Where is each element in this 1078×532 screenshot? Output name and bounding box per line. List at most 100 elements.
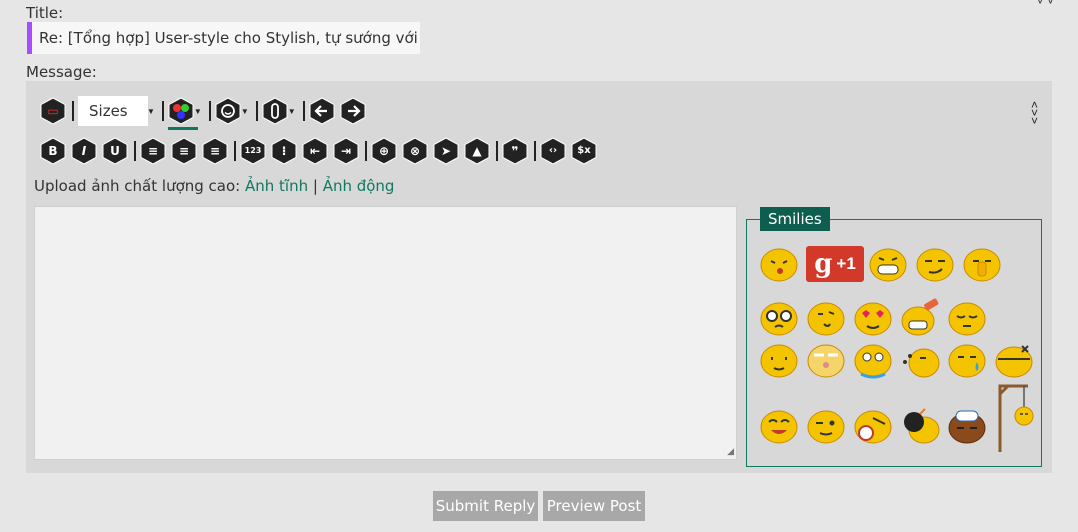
editor-container: ▭ Sizes ▼ ▼ ▼ ▼ ˄ ˅ ˅ B I U ≡ ≡ ≡ 123 ⁝ … <box>26 81 1052 473</box>
gplus-text: +1 <box>836 254 856 273</box>
quote-icon[interactable]: ❞ <box>502 137 528 165</box>
undo-icon[interactable] <box>309 97 335 125</box>
smiley-facepalm-icon[interactable] <box>853 406 893 446</box>
clear-format-icon[interactable]: $x <box>571 137 597 165</box>
smiley-glasses-icon[interactable] <box>759 298 799 338</box>
underline-glyph: U <box>110 144 120 158</box>
smiley-wave-icon[interactable] <box>759 340 799 380</box>
toolbar-separator <box>161 101 164 121</box>
smiley-kiss-icon[interactable] <box>759 244 799 284</box>
toolbar-separator <box>302 101 305 121</box>
align-left-icon[interactable]: ≡ <box>140 137 166 165</box>
ordered-list-icon[interactable]: 123 <box>240 137 266 165</box>
align-center-glyph: ≡ <box>178 144 190 158</box>
send-icon[interactable]: ➤ <box>433 137 459 165</box>
toolbar-separator <box>234 141 236 161</box>
top-right-mark: ˅ ˅ <box>1036 0 1054 8</box>
chevron-down-icon[interactable]: ▼ <box>288 107 296 116</box>
unordered-list-icon[interactable]: ⁝ <box>271 137 297 165</box>
eraser-icon[interactable]: ▭ <box>40 97 66 125</box>
smiley-old-icon[interactable] <box>806 340 846 380</box>
chevron-down-icon[interactable]: ▼ <box>194 107 202 116</box>
chevron-down-icon[interactable]: ▼ <box>241 107 249 116</box>
toolbar-row-2: B I U ≡ ≡ ≡ 123 ⁝ ⇤ ⇥ ⊕ ⊗ ➤ ▲ ❞ ‹› $x <box>40 137 602 165</box>
message-label: Message: <box>26 63 97 81</box>
chevron-down-icon[interactable]: ▼ <box>147 107 155 116</box>
upload-static-link[interactable]: Ảnh tĩnh <box>245 177 308 195</box>
chevrons-up-down-icon[interactable]: ˄ ˅ ˅ <box>1031 99 1038 127</box>
upload-animated-link[interactable]: Ảnh động <box>323 177 395 195</box>
indent-icon[interactable]: ⇥ <box>333 137 359 165</box>
indent-glyph: ⇥ <box>340 144 352 158</box>
smilies-row <box>759 298 994 338</box>
smiley-hammer-icon[interactable] <box>900 298 940 338</box>
align-right-glyph: ≡ <box>209 144 221 158</box>
redo-icon[interactable] <box>340 97 366 125</box>
smiley-icon[interactable] <box>215 97 241 125</box>
image-icon[interactable]: ▲ <box>464 137 490 165</box>
quote-glyph: ❞ <box>511 144 519 158</box>
resize-grip-icon[interactable]: ◢ <box>727 446 734 457</box>
align-left-glyph: ≡ <box>147 144 159 158</box>
unordered-list-glyph: ⁝ <box>281 144 287 158</box>
outdent-icon[interactable]: ⇤ <box>302 137 328 165</box>
title-label: Title: <box>26 4 64 22</box>
underline-icon[interactable]: U <box>102 137 128 165</box>
sizes-dropdown[interactable]: Sizes <box>78 96 148 126</box>
code-icon[interactable]: ‹› <box>540 137 566 165</box>
bold-icon[interactable]: B <box>40 137 66 165</box>
smiley-grin-icon[interactable] <box>868 244 908 284</box>
code-glyph: ‹› <box>548 145 558 156</box>
upload-prefix: Upload ảnh chất lượng cao: <box>34 177 245 195</box>
link-icon[interactable]: ⊕ <box>371 137 397 165</box>
attachment-icon[interactable] <box>262 97 288 125</box>
smiley-love-icon[interactable] <box>853 298 893 338</box>
gplus-g: g <box>814 249 833 279</box>
upload-line: Upload ảnh chất lượng cao: Ảnh tĩnh | Ản… <box>34 177 394 195</box>
smiley-hanged-icon[interactable] <box>994 384 1034 454</box>
smiley-angry-icon[interactable] <box>994 340 1034 380</box>
smiley-sweat-icon[interactable] <box>947 340 987 380</box>
color-underline <box>167 127 198 130</box>
smilies-panel: g +1 <box>746 219 1042 467</box>
toolbar-row-1: ▭ Sizes ▼ ▼ ▼ ▼ <box>40 96 371 130</box>
smiley-hands-icon[interactable] <box>962 244 1002 284</box>
smiley-bruised-icon[interactable] <box>947 406 987 446</box>
message-textarea[interactable]: ◢ <box>34 206 737 460</box>
smiley-thinking-icon[interactable] <box>806 298 846 338</box>
title-input[interactable]: Re: [Tổng hợp] User-style cho Stylish, t… <box>27 22 420 54</box>
submit-reply-button[interactable]: Submit Reply <box>433 491 538 521</box>
italic-icon[interactable]: I <box>71 137 97 165</box>
smiley-smug-icon[interactable] <box>915 244 955 284</box>
smiley-laugh-icon[interactable] <box>759 406 799 446</box>
smiley-cry-icon[interactable] <box>853 340 893 380</box>
toolbar-separator <box>534 141 536 161</box>
preview-post-button[interactable]: Preview Post <box>543 491 645 521</box>
color-icon[interactable] <box>167 97 198 130</box>
align-center-icon[interactable]: ≡ <box>171 137 197 165</box>
outdent-glyph: ⇤ <box>309 144 321 158</box>
smiley-sleepy-icon[interactable] <box>947 298 987 338</box>
smiley-wink-icon[interactable] <box>806 406 846 446</box>
toolbar-separator <box>496 141 498 161</box>
toolbar-separator <box>72 101 74 121</box>
image-glyph: ▲ <box>472 144 482 158</box>
reply-form: ˅ ˅ Title: Re: [Tổng hợp] User-style cho… <box>10 0 1068 532</box>
toolbar-separator <box>365 141 367 161</box>
toolbar-separator <box>255 101 258 121</box>
align-right-icon[interactable]: ≡ <box>202 137 228 165</box>
google-plus-one-button[interactable]: g +1 <box>806 246 864 282</box>
smiley-bomb-icon[interactable] <box>900 406 940 446</box>
smilies-title: Smilies <box>760 207 830 231</box>
clear-format-glyph: $x <box>577 145 591 156</box>
smilies-row <box>759 384 1041 454</box>
unlink-glyph: ⊗ <box>409 144 421 158</box>
ordered-list-glyph: 123 <box>244 146 262 155</box>
link-glyph: ⊕ <box>378 144 390 158</box>
smiley-dizzy-icon[interactable] <box>900 340 940 380</box>
smilies-row: g +1 <box>759 244 1009 284</box>
italic-glyph: I <box>81 144 87 158</box>
unlink-icon[interactable]: ⊗ <box>402 137 428 165</box>
upload-divider: | <box>308 177 323 195</box>
send-glyph: ➤ <box>440 144 452 158</box>
